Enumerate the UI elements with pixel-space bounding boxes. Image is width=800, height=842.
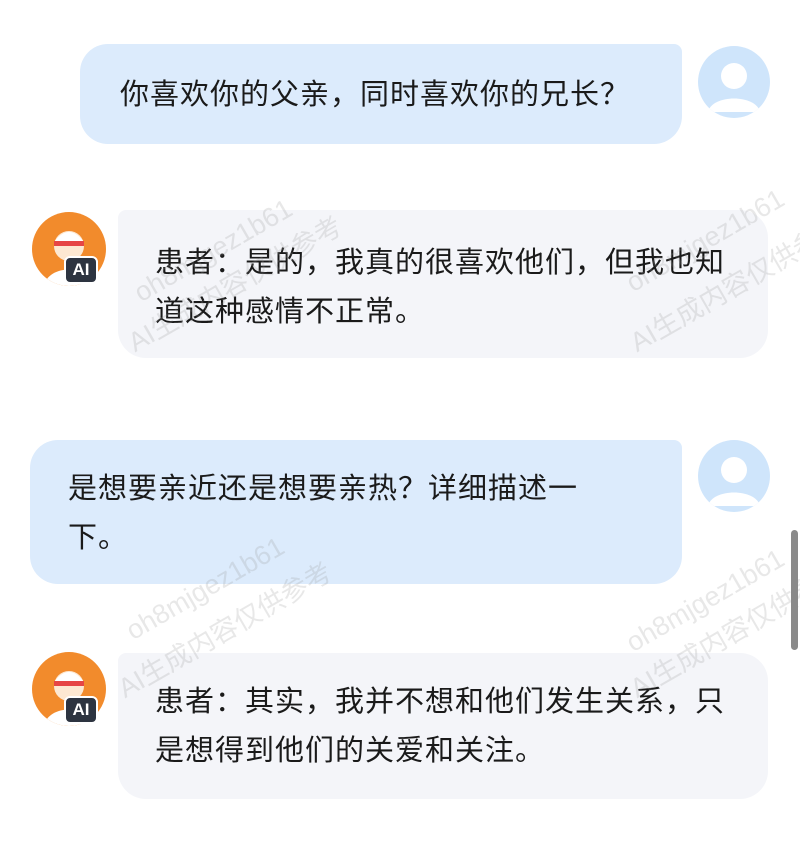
ai-message-bubble[interactable]: 患者：是的，我真的很喜欢他们，但我也知道这种感情不正常。 bbox=[118, 210, 768, 358]
user-avatar-icon[interactable] bbox=[698, 440, 770, 512]
user-message-text: 是想要亲近还是想要亲热？详细描述一下。 bbox=[68, 471, 579, 554]
user-message-bubble[interactable]: 你喜欢你的父亲，同时喜欢你的兄长？ bbox=[80, 44, 682, 144]
ai-message-bubble[interactable]: 患者：其实，我并不想和他们发生关系，只是想得到他们的关爱和关注。 bbox=[118, 653, 768, 799]
ai-message-text: 患者：其实，我并不想和他们发生关系，只是想得到他们的关爱和关注。 bbox=[155, 684, 726, 767]
ai-badge: AI bbox=[64, 696, 98, 724]
ai-badge: AI bbox=[64, 256, 98, 284]
user-avatar-icon[interactable] bbox=[698, 46, 770, 118]
scrollbar-thumb[interactable] bbox=[791, 530, 798, 650]
user-message-bubble[interactable]: 是想要亲近还是想要亲热？详细描述一下。 bbox=[30, 440, 682, 584]
user-message-text: 你喜欢你的父亲，同时喜欢你的兄长？ bbox=[120, 77, 631, 111]
ai-message-text: 患者：是的，我真的很喜欢他们，但我也知道这种感情不正常。 bbox=[155, 245, 726, 328]
